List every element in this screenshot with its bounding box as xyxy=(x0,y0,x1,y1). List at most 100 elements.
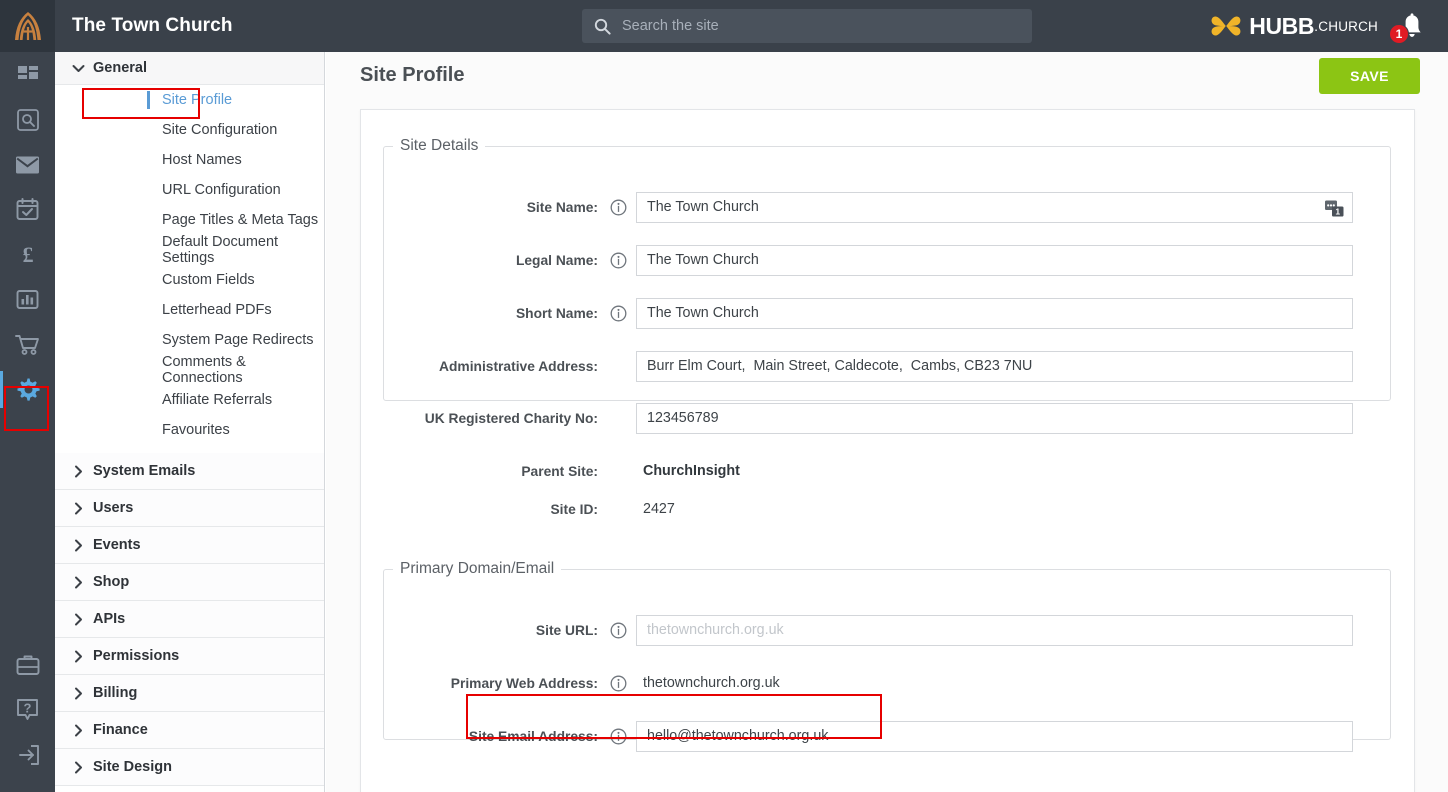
primary-web-address-label: Primary Web Address: xyxy=(450,675,598,691)
search-input[interactable] xyxy=(622,18,1032,34)
page-header: Site Profile SAVE xyxy=(326,52,1448,109)
chevron-right-icon xyxy=(63,539,93,552)
nav-group-label: Users xyxy=(93,500,134,516)
sidebar-item-dashboard[interactable] xyxy=(0,52,55,97)
nav-item-label: Site Profile xyxy=(162,92,233,108)
site-email-address-label: Site Email Address: xyxy=(468,728,598,744)
legal-name-input[interactable] xyxy=(636,244,1353,276)
info-icon[interactable] xyxy=(607,728,629,745)
nav-group-events[interactable]: Events xyxy=(55,527,324,564)
pound-icon: £ xyxy=(22,243,33,267)
site-title: The Town Church xyxy=(72,15,233,36)
nav-item-label: Host Names xyxy=(162,152,242,168)
info-icon[interactable] xyxy=(607,305,629,322)
sidebar-item-calendar[interactable] xyxy=(0,187,55,232)
nav-group-general[interactable]: General xyxy=(55,52,324,85)
sidebar-item-host-names[interactable]: Host Names xyxy=(55,145,324,175)
nav-group-label: Events xyxy=(93,537,141,553)
field-row-site-name: Site Name: 1 xyxy=(384,191,1353,223)
nav-group-permissions[interactable]: Permissions xyxy=(55,638,324,675)
nav-item-label: Page Titles & Meta Tags xyxy=(162,212,319,228)
sidebar-item-giving[interactable]: £ xyxy=(0,232,55,277)
sidebar-item-page-titles-meta-tags[interactable]: Page Titles & Meta Tags xyxy=(55,205,324,235)
short-name-label: Short Name: xyxy=(515,305,598,321)
search-icon xyxy=(16,108,39,131)
sidebar-item-shop[interactable] xyxy=(0,322,55,367)
sidebar-item-search[interactable] xyxy=(0,97,55,142)
search-icon xyxy=(594,18,611,35)
translations-badge-icon[interactable]: 1 xyxy=(1325,199,1344,217)
nav-group-label: Shop xyxy=(93,574,130,590)
sidebar-item-favourites[interactable]: Favourites xyxy=(55,415,324,445)
save-button[interactable]: SAVE xyxy=(1319,58,1420,94)
site-search-box[interactable] xyxy=(582,9,1032,43)
nav-group-system-emails[interactable]: System Emails xyxy=(55,453,324,490)
sidebar-item-system-page-redirects[interactable]: System Page Redirects xyxy=(55,325,324,355)
sidebar-item-mail[interactable] xyxy=(0,142,55,187)
help-icon: ? xyxy=(17,698,38,720)
nav-group-apis[interactable]: APIs xyxy=(55,601,324,638)
chevron-right-icon xyxy=(63,724,93,737)
chevron-right-icon xyxy=(63,650,93,663)
sidebar-item-settings[interactable] xyxy=(0,367,55,412)
sidebar-item-admin[interactable] xyxy=(0,642,55,687)
chevron-right-icon xyxy=(63,465,93,478)
sidebar-item-site-profile[interactable]: Site Profile xyxy=(55,85,324,115)
sidebar-item-reports[interactable] xyxy=(0,277,55,322)
nav-group-label: Billing xyxy=(93,685,138,701)
top-header-bar: The Town Church HUBB . CHURCH xyxy=(0,0,1448,52)
hubb-suffix: CHURCH xyxy=(1318,18,1378,34)
site-email-address-input[interactable] xyxy=(636,720,1353,752)
info-icon[interactable] xyxy=(607,622,629,639)
chevron-right-icon xyxy=(63,502,93,515)
sidebar-item-help[interactable]: ? xyxy=(0,687,55,732)
briefcase-icon xyxy=(16,655,39,675)
mail-icon xyxy=(16,156,39,173)
nav-group-shop[interactable]: Shop xyxy=(55,564,324,601)
legal-name-label: Legal Name: xyxy=(515,252,598,268)
svg-text:1: 1 xyxy=(1335,206,1340,216)
site-name-input[interactable] xyxy=(636,191,1353,223)
settings-nav-menu[interactable]: General Site Profile Site Configuration … xyxy=(55,52,325,792)
sidebar-item-affiliate-referrals[interactable]: Affiliate Referrals xyxy=(55,385,324,415)
svg-text:?: ? xyxy=(24,700,32,715)
notifications-button[interactable]: 1 xyxy=(1386,0,1438,52)
primary-domain-legend: Primary Domain/Email xyxy=(400,560,555,577)
sidebar-item-url-configuration[interactable]: URL Configuration xyxy=(55,175,324,205)
sidebar-item-default-document-settings[interactable]: Default Document Settings xyxy=(55,234,324,266)
dashboard-icon xyxy=(17,65,38,79)
notification-count-badge: 1 xyxy=(1389,24,1409,44)
nav-item-label: URL Configuration xyxy=(162,182,281,198)
info-icon[interactable] xyxy=(607,675,629,692)
nav-group-label: Finance xyxy=(93,722,148,738)
cart-icon xyxy=(15,334,39,355)
info-icon[interactable] xyxy=(607,199,629,216)
charity-number-input[interactable] xyxy=(636,402,1353,434)
field-row-site-url: Site URL: xyxy=(384,614,1353,646)
nav-item-label: Default Document Settings xyxy=(162,234,279,266)
nav-item-label: Comments & Connections xyxy=(162,354,246,386)
chart-icon xyxy=(16,290,39,309)
sidebar-item-site-configuration[interactable]: Site Configuration xyxy=(55,115,324,145)
nav-group-site-design[interactable]: Site Design xyxy=(55,749,324,786)
info-icon[interactable] xyxy=(607,252,629,269)
chevron-right-icon xyxy=(63,613,93,626)
logout-icon xyxy=(18,744,39,765)
administrative-address-label: Administrative Address: xyxy=(439,358,598,374)
sidebar-item-comments-connections[interactable]: Comments & Connections xyxy=(55,354,324,386)
administrative-address-input[interactable] xyxy=(636,350,1353,382)
sidebar-item-letterhead-pdfs[interactable]: Letterhead PDFs xyxy=(55,295,324,325)
short-name-input[interactable] xyxy=(636,297,1353,329)
nav-group-billing[interactable]: Billing xyxy=(55,675,324,712)
nav-group-finance[interactable]: Finance xyxy=(55,712,324,749)
nav-item-label: Affiliate Referrals xyxy=(162,392,273,408)
icon-sidebar-rail: £ ? xyxy=(0,52,55,792)
sidebar-item-logout[interactable] xyxy=(0,732,55,777)
site-id-label: Site ID: xyxy=(550,501,598,517)
sidebar-item-custom-fields[interactable]: Custom Fields xyxy=(55,265,324,295)
parent-site-value: ChurchInsight xyxy=(643,463,740,479)
site-url-input[interactable] xyxy=(636,614,1353,646)
hubb-butterfly-icon xyxy=(1210,13,1242,39)
church-arch-logo[interactable] xyxy=(0,0,55,52)
nav-group-users[interactable]: Users xyxy=(55,490,324,527)
